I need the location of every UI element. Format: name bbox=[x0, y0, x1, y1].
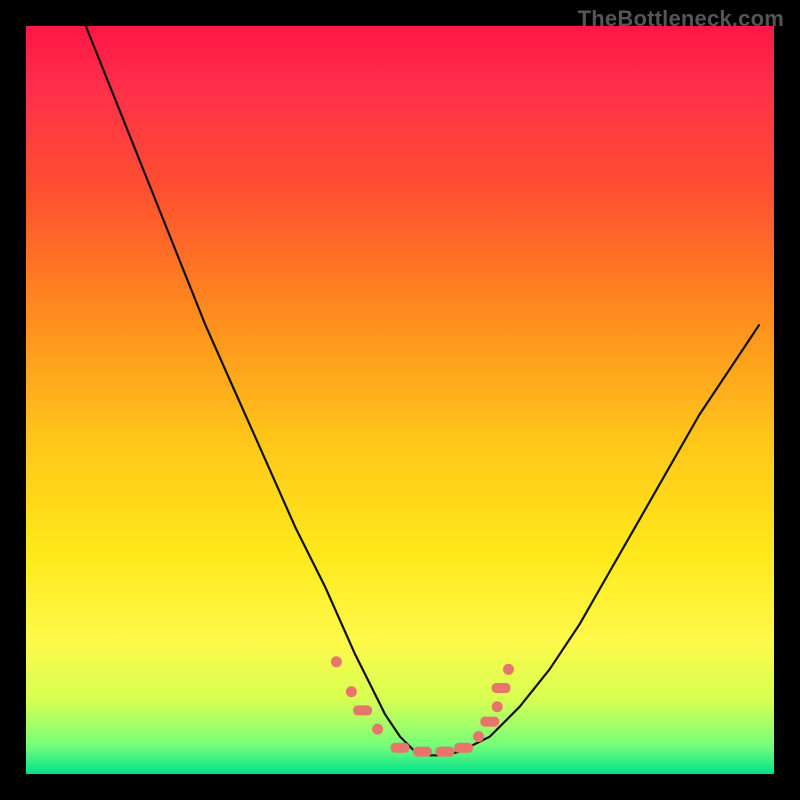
marker-dot bbox=[331, 657, 341, 667]
plot-area bbox=[26, 26, 774, 774]
marker-dot bbox=[346, 687, 356, 697]
marker-pill bbox=[492, 684, 510, 693]
outer-frame: TheBottleneck.com bbox=[0, 0, 800, 800]
marker-dot bbox=[504, 664, 514, 674]
marker-pill bbox=[391, 743, 409, 752]
marker-dot bbox=[492, 702, 502, 712]
marker-pill bbox=[436, 747, 454, 756]
marker-pill bbox=[413, 747, 431, 756]
chart-svg bbox=[26, 26, 774, 774]
marker-dot bbox=[373, 724, 383, 734]
marker-pill bbox=[354, 706, 372, 715]
marker-pill bbox=[481, 717, 499, 726]
curve-markers bbox=[331, 657, 513, 756]
bottleneck-curve bbox=[86, 26, 759, 755]
marker-dot bbox=[474, 732, 484, 742]
marker-pill bbox=[455, 743, 473, 752]
watermark-text: TheBottleneck.com bbox=[578, 6, 784, 32]
